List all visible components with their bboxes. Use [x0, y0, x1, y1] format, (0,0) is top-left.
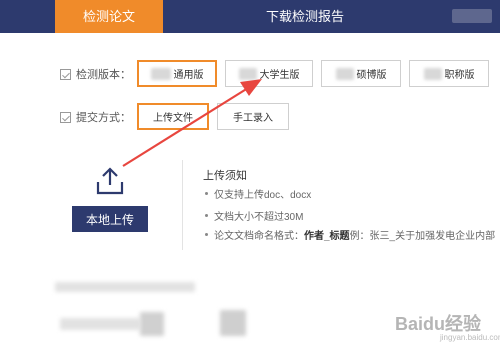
version-option-undergrad[interactable]: 大学生版	[225, 60, 313, 87]
top-nav-bar: 检测论文 下载检测报告	[0, 0, 500, 33]
checkbox-icon	[60, 68, 71, 80]
local-upload-button[interactable]: 本地上传	[72, 206, 148, 232]
version-option-master-phd[interactable]: 硕博版	[321, 60, 401, 87]
divider	[182, 160, 183, 250]
checkbox-icon	[60, 111, 71, 123]
version-row-label: 检测版本：	[60, 66, 131, 82]
blurred-prefix	[335, 67, 354, 80]
notice-item-naming: 论文文档命名格式： 作者_标题 例：张三_关于加强发电企业内部	[205, 227, 495, 242]
upload-icon[interactable]	[95, 166, 125, 196]
blurred-content	[140, 312, 164, 336]
watermark-sub: jingyan.baidu.com	[440, 333, 500, 342]
version-option-general[interactable]: 通用版	[137, 60, 217, 87]
blurred-prefix	[150, 67, 171, 80]
submit-row-label: 提交方式：	[60, 109, 131, 125]
blurred-prefix	[238, 67, 257, 80]
bullet-icon	[205, 233, 208, 236]
bullet-icon	[205, 214, 208, 217]
notice-item-size: 文档大小不超过30M	[205, 208, 303, 223]
submit-option-upload-file[interactable]: 上传文件	[137, 103, 209, 130]
bullet-icon	[205, 192, 208, 195]
blurred-content	[60, 318, 140, 330]
blurred-content	[220, 310, 246, 336]
annotation-arrow	[122, 79, 262, 167]
upload-notice-title: 上传须知	[203, 170, 247, 182]
tab-check-paper[interactable]: 检测论文	[55, 0, 163, 33]
tab-download-report[interactable]: 下载检测报告	[250, 0, 360, 33]
blurred-content	[55, 282, 195, 292]
user-account-blurred[interactable]	[452, 9, 492, 23]
submit-option-manual-entry[interactable]: 手工录入	[217, 103, 289, 130]
notice-item-format: 仅支持上传doc、docx	[205, 186, 311, 201]
version-option-professional[interactable]: 职称版	[409, 60, 489, 87]
blurred-prefix	[423, 67, 442, 80]
